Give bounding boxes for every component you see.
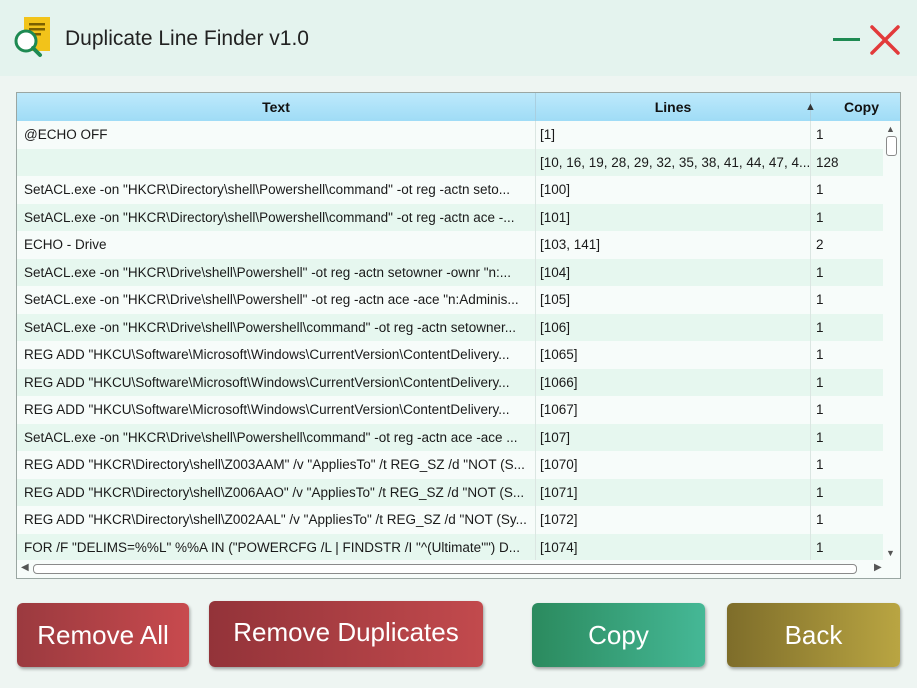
cell-lines: [107] [536,423,811,451]
remove-duplicates-button[interactable]: Remove Duplicates [209,601,483,667]
cell-text: REG ADD "HKCR\Directory\shell\Z002AAL" /… [17,506,536,534]
cell-copy: 1 [816,512,824,527]
table-row[interactable]: REG ADD "HKCR\Directory\shell\Z002AAL" /… [17,506,883,534]
cell-text: FOR /F "DELIMS=%%L" %%A IN ("POWERCFG /L… [17,533,536,560]
cell-text: SetACL.exe -on "HKCR\Drive\shell\Powersh… [17,286,536,314]
cell-copy: 1 [816,292,824,307]
minimize-icon[interactable] [830,24,862,54]
cell-text: REG ADD "HKCU\Software\Microsoft\Windows… [17,368,536,396]
table-row[interactable]: REG ADD "HKCU\Software\Microsoft\Windows… [17,368,883,396]
cell-lines: [1074] [536,533,811,560]
table-row[interactable]: REG ADD "HKCR\Directory\shell\Z003AAM" /… [17,451,883,479]
grid-header: Text Lines ▲ Copy [17,93,900,121]
cell-text: SetACL.exe -on "HKCR\Directory\shell\Pow… [17,176,536,204]
scroll-right-icon[interactable]: ▶ [874,562,882,573]
table-row[interactable]: @ECHO OFF [1] 1 [17,121,883,149]
cell-lines: [103, 141] [536,231,811,259]
cell-lines: [10, 16, 19, 28, 29, 32, 35, 38, 41, 44,… [536,148,811,176]
table-row[interactable]: REG ADD "HKCR\Directory\shell\Z006AAO" /… [17,478,883,506]
cell-lines: [1065] [536,341,811,369]
scroll-up-icon[interactable]: ▲ [886,124,895,134]
table-row[interactable]: SetACL.exe -on "HKCR\Drive\shell\Powersh… [17,423,883,451]
cell-copy: 1 [816,539,824,555]
column-header-copy[interactable]: Copy [811,93,900,121]
cell-text: @ECHO OFF [17,121,536,149]
table-row[interactable]: SetACL.exe -on "HKCR\Directory\shell\Pow… [17,203,883,231]
remove-all-button[interactable]: Remove All [17,603,189,667]
cell-text: REG ADD "HKCU\Software\Microsoft\Windows… [17,396,536,424]
cell-copy: 1 [816,264,824,280]
vertical-scrollbar[interactable]: ▲ ▼ [883,121,900,560]
title-bar: Duplicate Line Finder v1.0 [0,0,917,76]
cell-copy: 1 [816,457,824,472]
cell-text: SetACL.exe -on "HKCR\Drive\shell\Powersh… [17,258,536,286]
cell-lines: [1070] [536,451,811,479]
table-row[interactable]: FOR /F "DELIMS=%%L" %%A IN ("POWERCFG /L… [17,533,883,560]
cell-copy: 1 [816,209,824,225]
table-row[interactable]: SetACL.exe -on "HKCR\Directory\shell\Pow… [17,176,883,204]
cell-lines: [105] [536,286,811,314]
table-row[interactable]: ECHO - Drive [103, 141] 2 [17,231,883,259]
cell-text: SetACL.exe -on "HKCR\Drive\shell\Powersh… [17,423,536,451]
cell-text: ECHO - Drive [17,231,536,259]
close-icon[interactable] [868,24,902,56]
cell-copy: 1 [816,127,824,142]
cell-text: REG ADD "HKCR\Directory\shell\Z003AAM" /… [17,451,536,479]
cell-copy: 1 [816,182,824,197]
scroll-left-icon[interactable]: ◀ [21,562,29,573]
cell-lines: [1067] [536,396,811,424]
cell-copy: 128 [816,154,839,170]
column-header-text[interactable]: Text [17,93,536,121]
table-row[interactable]: [10, 16, 19, 28, 29, 32, 35, 38, 41, 44,… [17,148,883,176]
cell-lines: [106] [536,313,811,341]
copy-button[interactable]: Copy [532,603,705,667]
cell-copy: 2 [816,237,824,252]
cell-lines: [1072] [536,506,811,534]
cell-lines: [104] [536,258,811,286]
table-row[interactable]: SetACL.exe -on "HKCR\Drive\shell\Powersh… [17,286,883,314]
back-button[interactable]: Back [727,603,900,667]
cell-copy: 1 [816,374,824,390]
cell-copy: 1 [816,402,824,417]
cell-lines: [100] [536,176,811,204]
cell-text: SetACL.exe -on "HKCR\Drive\shell\Powersh… [17,313,536,341]
horizontal-scroll-thumb[interactable] [33,564,857,574]
table-row[interactable]: SetACL.exe -on "HKCR\Drive\shell\Powersh… [17,313,883,341]
duplicate-lines-grid: Text Lines ▲ Copy @ECHO OFF [1] 1 [10, 16, … [16,92,901,579]
cell-lines: [101] [536,203,811,231]
scroll-down-icon[interactable]: ▼ [886,548,895,558]
column-header-lines[interactable]: Lines [536,93,811,121]
cell-copy: 1 [816,484,824,500]
document-magnifier-icon [14,17,50,57]
cell-text: REG ADD "HKCR\Directory\shell\Z006AAO" /… [17,478,536,506]
horizontal-scrollbar[interactable]: ◀ ▶ [17,560,900,578]
table-row[interactable]: REG ADD "HKCU\Software\Microsoft\Windows… [17,396,883,424]
table-row[interactable]: REG ADD "HKCU\Software\Microsoft\Windows… [17,341,883,369]
cell-copy: 1 [816,319,824,335]
window-title: Duplicate Line Finder v1.0 [65,27,309,50]
cell-lines: [1071] [536,478,811,506]
cell-text: SetACL.exe -on "HKCR\Directory\shell\Pow… [17,203,536,231]
cell-copy: 1 [816,429,824,445]
cell-lines: [1] [536,121,811,149]
cell-text [17,148,536,176]
cell-text: REG ADD "HKCU\Software\Microsoft\Windows… [17,341,536,369]
cell-copy: 1 [816,347,824,362]
cell-lines: [1066] [536,368,811,396]
table-row[interactable]: SetACL.exe -on "HKCR\Drive\shell\Powersh… [17,258,883,286]
grid-rows: @ECHO OFF [1] 1 [10, 16, 19, 28, 29, 32, 35… [17,121,883,560]
vertical-scroll-thumb[interactable] [886,136,897,156]
